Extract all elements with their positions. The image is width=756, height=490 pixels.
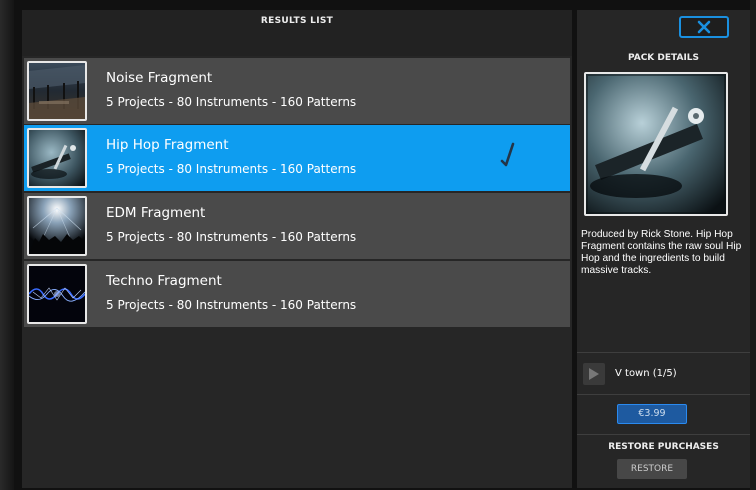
pack-artwork: [584, 72, 728, 216]
close-button[interactable]: [679, 16, 729, 38]
results-title: RESULTS LIST: [260, 16, 334, 26]
result-item-name: EDM Fragment: [106, 205, 206, 221]
result-item-meta: 5 Projects - 80 Instruments - 160 Patter…: [106, 95, 357, 109]
close-icon: [697, 20, 711, 34]
play-icon: [589, 368, 599, 380]
pack-details-panel: PACK DETAILS Produced by Rick Stone. Hip…: [577, 10, 750, 488]
frame-left-edge: [0, 0, 14, 490]
results-panel: RESULTS LIST Noise Fragment 5 Projects -…: [22, 10, 572, 488]
results-header: RESULTS LIST: [22, 10, 572, 56]
divider: [577, 352, 750, 353]
result-item-edm-fragment[interactable]: EDM Fragment 5 Projects - 80 Instruments…: [24, 193, 570, 259]
result-item-meta: 5 Projects - 80 Instruments - 160 Patter…: [106, 230, 357, 244]
divider: [577, 394, 750, 395]
app-frame: RESULTS LIST Noise Fragment 5 Projects -…: [0, 0, 756, 490]
divider: [577, 434, 750, 435]
result-item-meta: 5 Projects - 80 Instruments - 160 Patter…: [106, 298, 357, 312]
result-item-name: Noise Fragment: [106, 70, 213, 86]
track-name: V town (1/5): [615, 368, 677, 379]
checkmark-icon: [500, 142, 515, 167]
play-button[interactable]: [583, 363, 605, 385]
frame-right-edge: [750, 0, 756, 490]
result-item-name: Hip Hop Fragment: [106, 137, 229, 153]
result-item-techno-fragment[interactable]: Techno Fragment 5 Projects - 80 Instrume…: [24, 261, 570, 327]
thumbnail-edm-fragment: [27, 196, 87, 256]
result-item-name: Techno Fragment: [106, 273, 222, 289]
buy-price-button[interactable]: €3.99: [617, 404, 687, 424]
result-item-hip-hop-fragment[interactable]: Hip Hop Fragment 5 Projects - 80 Instrum…: [24, 125, 570, 191]
restore-button[interactable]: RESTORE: [617, 459, 687, 479]
pack-details-title: PACK DETAILS: [627, 53, 700, 63]
result-item-meta: 5 Projects - 80 Instruments - 160 Patter…: [106, 162, 357, 176]
pack-description: Produced by Rick Stone. Hip Hop Fragment…: [581, 229, 742, 276]
restore-purchases-title: RESTORE PURCHASES: [608, 442, 719, 452]
thumbnail-hip-hop-fragment: [27, 128, 87, 188]
thumbnail-noise-fragment: [27, 61, 87, 121]
thumbnail-techno-fragment: [27, 264, 87, 324]
result-item-noise-fragment[interactable]: Noise Fragment 5 Projects - 80 Instrumen…: [24, 58, 570, 124]
